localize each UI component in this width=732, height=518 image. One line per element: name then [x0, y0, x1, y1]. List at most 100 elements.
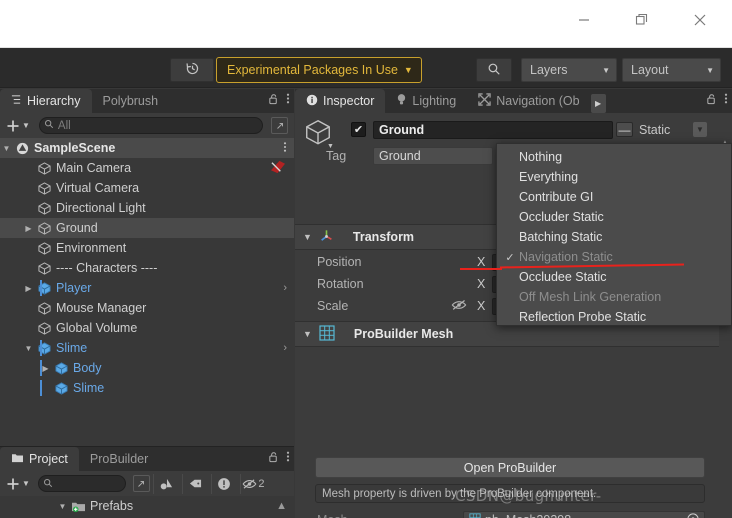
static-flags-checkbox[interactable]: — [616, 122, 633, 137]
chevron-right-icon[interactable]: ▶ [22, 284, 35, 293]
hierarchy-row-label: Mouse Manager [56, 301, 147, 315]
transform-title: Transform [352, 230, 415, 244]
visibility-off-icon[interactable]: 2 [239, 473, 266, 494]
hierarchy-row[interactable]: ▼ Slime › [0, 338, 294, 358]
tab-project[interactable]: Project [0, 447, 79, 471]
hierarchy-row[interactable]: Virtual Camera [0, 178, 294, 198]
undo-history-button[interactable] [170, 58, 214, 82]
hierarchy-row[interactable]: Main Camera [0, 158, 294, 178]
label-filter-icon[interactable] [181, 473, 208, 494]
chevron-down-icon[interactable]: ▼ [22, 344, 35, 353]
kebab-menu-icon[interactable] [286, 92, 290, 108]
chevron-down-icon[interactable]: ▼ [56, 502, 69, 511]
kebab-menu-icon[interactable] [724, 92, 728, 108]
hierarchy-row-label: ---- Characters ---- [56, 261, 158, 275]
chevron-down-icon[interactable]: ▼ [0, 144, 13, 153]
tab-hierarchy-label: Hierarchy [27, 94, 81, 108]
tag-value: Ground [379, 149, 421, 163]
hierarchy-row-label: Ground [56, 221, 98, 235]
mesh-object-field[interactable]: pb_Mesh29398 [463, 511, 705, 518]
hierarchy-row[interactable]: Environment [0, 238, 294, 258]
hierarchy-add-button[interactable]: ▼ [6, 119, 30, 133]
scroll-up-arrow-icon[interactable]: ▲ [276, 500, 294, 512]
static-flag-item[interactable]: Everything [497, 167, 731, 187]
hierarchy-row[interactable]: ▶ Player › [0, 278, 294, 298]
static-flag-label: Navigation Static [519, 250, 613, 264]
experimental-packages-button[interactable]: Experimental Packages In Use ▼ [216, 57, 422, 83]
layout-dropdown[interactable]: Layout ▼ [622, 58, 721, 82]
kebab-menu-icon[interactable] [286, 450, 290, 466]
hierarchy-icon [11, 94, 22, 108]
static-flag-item[interactable]: Batching Static [497, 227, 731, 247]
hierarchy-row-label: Main Camera [56, 161, 132, 175]
prefab-open-arrow-icon[interactable]: › [283, 342, 294, 354]
gameobject-name-input[interactable]: Ground [373, 121, 613, 139]
static-flag-item[interactable]: Off Mesh Link Generation [497, 287, 731, 307]
tab-polybrush-label: Polybrush [102, 94, 159, 108]
tab-probuilder[interactable]: ProBuilder [79, 447, 159, 471]
window-minimize-button[interactable] [561, 0, 607, 40]
rotation-label: Rotation [317, 277, 364, 291]
static-flag-item[interactable]: Reflection Probe Static [497, 307, 731, 327]
static-flag-item[interactable]: Occluder Static [497, 207, 731, 227]
watermark-text: CSDN@bughunter- [455, 487, 602, 505]
transform-axis-icon [319, 228, 334, 246]
tag-label: Tag [326, 149, 347, 163]
static-flag-item[interactable]: Nothing [497, 147, 731, 167]
project-tree-label: Prefabs [90, 499, 134, 513]
lock-open-icon[interactable] [268, 93, 279, 108]
static-flags-dropdown-menu[interactable]: Nothing Everything Contribute GI Occluder S… [496, 143, 732, 326]
lock-open-icon[interactable] [706, 93, 717, 108]
hierarchy-row[interactable]: Slime [0, 378, 294, 398]
unity-editor-window: Experimental Packages In Use ▼ Layers ▼ … [0, 0, 732, 518]
window-close-button[interactable] [677, 0, 723, 40]
tab-polybrush[interactable]: Polybrush [92, 89, 170, 113]
tab-probuilder-label: ProBuilder [89, 452, 149, 466]
hierarchy-row[interactable]: Directional Light [0, 198, 294, 218]
project-add-button[interactable]: ▼ [6, 477, 30, 491]
foldout-arrow-icon[interactable]: ▼ [303, 232, 312, 242]
scale-x-axis-label: X [477, 299, 486, 313]
tag-dropdown[interactable]: Ground [373, 147, 493, 165]
gameobject-cube-icon [52, 361, 70, 375]
hierarchy-tab-tools [268, 92, 290, 108]
tab-lighting[interactable]: Lighting [385, 89, 467, 113]
chevron-right-icon[interactable]: ▶ [22, 224, 35, 233]
gameobject-enabled-checkbox[interactable]: ✔ [351, 122, 366, 137]
tab-lighting-label: Lighting [412, 94, 457, 108]
kebab-menu-icon[interactable] [283, 141, 294, 156]
tab-navigation[interactable]: Navigation (Ob [467, 89, 590, 113]
hierarchy-row[interactable]: ▶ Body [0, 358, 294, 378]
object-picker-icon[interactable] [687, 512, 699, 518]
static-flag-item[interactable]: Occludee Static [497, 267, 731, 287]
hierarchy-row-label: Global Volume [56, 321, 138, 335]
foldout-arrow-icon[interactable]: ▼ [303, 329, 312, 339]
open-probuilder-button[interactable]: Open ProBuilder [315, 457, 705, 478]
hierarchy-expand-button[interactable] [271, 117, 288, 134]
layers-dropdown[interactable]: Layers ▼ [521, 58, 617, 82]
constrain-proportions-off-icon[interactable] [451, 298, 467, 315]
static-flags-dropdown-button[interactable]: ▼ [693, 122, 707, 137]
toolbar-search-button[interactable] [476, 58, 512, 82]
static-flag-item[interactable]: Contribute GI [497, 187, 731, 207]
tab-overflow-button[interactable]: ▶ [590, 94, 606, 113]
chevron-down-icon: ▼ [22, 121, 30, 130]
project-expand-button[interactable] [132, 475, 150, 492]
project-tree-row-prefabs[interactable]: ▼ Prefabs ▲ [0, 496, 294, 516]
asset-type-filter-icon[interactable] [152, 473, 179, 494]
project-search-input[interactable] [37, 475, 126, 492]
static-label: Static [639, 123, 671, 137]
hierarchy-search-input[interactable]: All [38, 117, 263, 134]
hierarchy-row[interactable]: ---- Characters ---- [0, 258, 294, 278]
tab-inspector[interactable]: Inspector [295, 89, 386, 113]
lock-open-icon[interactable] [268, 451, 279, 466]
window-restore-button[interactable] [619, 0, 665, 40]
warning-filter-icon[interactable] [210, 473, 237, 494]
tab-hierarchy[interactable]: Hierarchy [0, 89, 92, 113]
hierarchy-row[interactable]: Global Volume [0, 318, 294, 338]
hierarchy-scene-row[interactable]: ▼ SampleScene [0, 138, 294, 158]
hierarchy-row[interactable]: Mouse Manager [0, 298, 294, 318]
gameobject-cube-icon [35, 341, 53, 355]
prefab-open-arrow-icon[interactable]: › [283, 282, 294, 294]
hierarchy-row[interactable]: ▶ Ground [0, 218, 294, 238]
